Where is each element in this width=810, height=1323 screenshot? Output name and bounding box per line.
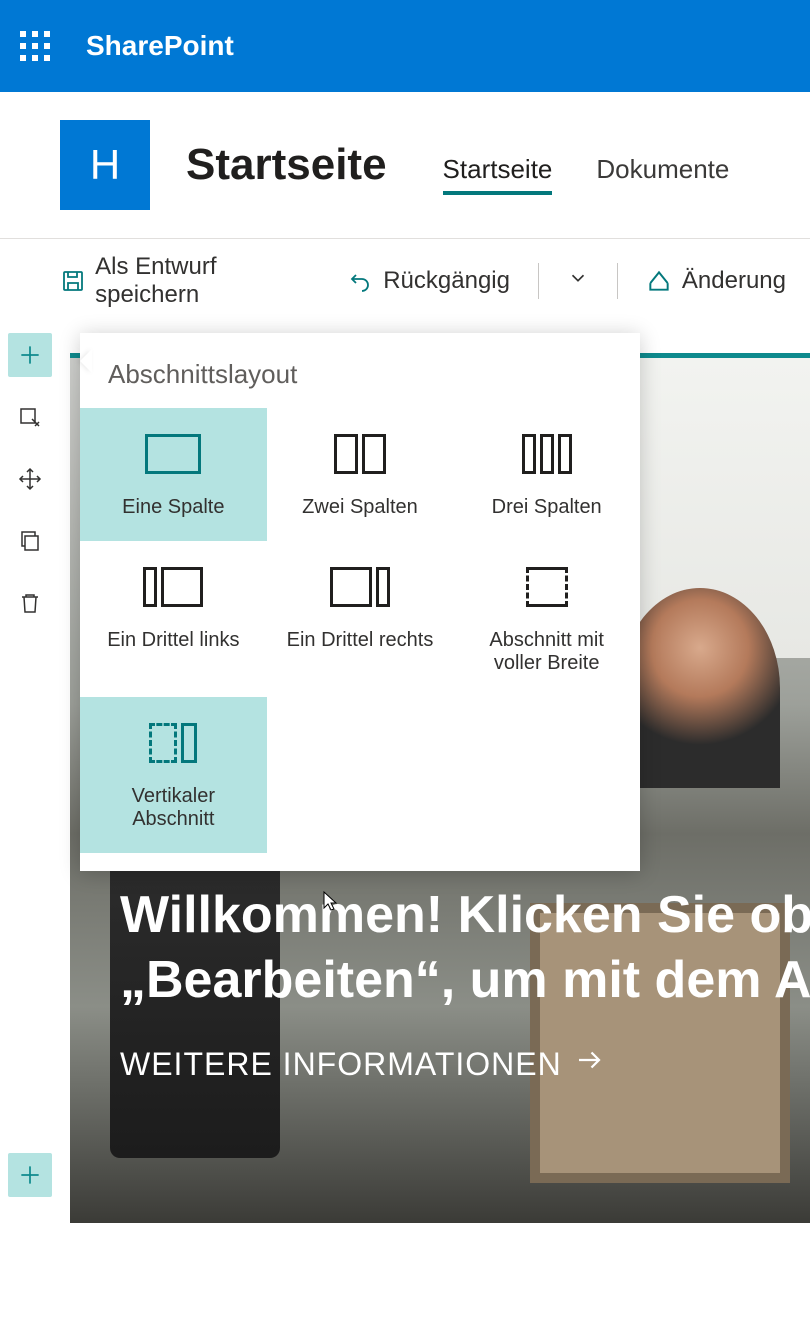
tab-startseite[interactable]: Startseite [443,154,553,195]
layout-vertical-section[interactable]: Vertikaler Abschnitt [80,697,267,853]
changes-button[interactable]: Änderung [646,267,786,295]
layout-label: Zwei Spalten [302,496,418,519]
chevron-down-icon[interactable] [567,267,589,296]
full-width-icon [526,565,568,609]
layout-label: Ein Drittel links [107,629,239,652]
three-columns-icon [522,432,572,476]
add-section-button-bottom[interactable] [8,1153,52,1197]
divider [538,263,539,299]
vertical-section-icon [149,721,197,765]
divider [617,263,618,299]
delete-section-icon[interactable] [8,581,52,625]
undo-icon [347,268,373,294]
page-canvas: Willkommen! Klicken Sie ob „Bearbeiten“,… [0,323,810,1323]
suite-bar: SharePoint [0,0,810,92]
command-bar: Als Entwurf speichern Rückgängig Änderun… [0,239,810,323]
duplicate-section-icon[interactable] [8,519,52,563]
hero-cta-label: WEITERE INFORMATIONEN [120,1046,562,1083]
edit-section-icon[interactable] [8,395,52,439]
layout-label: Drei Spalten [492,496,602,519]
layout-label: Abschnitt mit voller Breite [463,629,630,675]
one-third-left-icon [143,565,203,609]
hero-title: Willkommen! Klicken Sie ob „Bearbeiten“,… [120,883,810,1013]
layout-options-grid: Eine Spalte Zwei Spalten Drei Spalten Ei… [80,408,640,853]
edit-rail [0,323,60,635]
layout-full-width[interactable]: Abschnitt mit voller Breite [453,541,640,697]
discard-icon [646,268,672,294]
one-third-right-icon [330,565,390,609]
two-columns-icon [334,432,386,476]
layout-one-third-left[interactable]: Ein Drittel links [80,541,267,697]
brand-label[interactable]: SharePoint [86,30,234,62]
layout-label: Ein Drittel rechts [287,629,434,652]
tab-dokumente[interactable]: Dokumente [596,154,729,195]
hero-cta-link[interactable]: WEITERE INFORMATIONEN [120,1045,604,1083]
move-section-icon[interactable] [8,457,52,501]
undo-label: Rückgängig [383,267,510,295]
save-draft-label: Als Entwurf speichern [95,253,319,309]
layout-one-column[interactable]: Eine Spalte [80,408,267,541]
layout-label: Vertikaler Abschnitt [90,785,257,831]
hero-title-line2: „Bearbeiten“, um mit dem A [120,951,810,1009]
app-launcher-icon[interactable] [20,31,50,61]
save-icon [60,268,85,294]
site-title: Startseite [186,140,387,190]
site-logo[interactable]: H [60,120,150,210]
command-bar-wrap: Als Entwurf speichern Rückgängig Änderun… [0,238,810,323]
hero-title-line1: Willkommen! Klicken Sie ob [120,886,810,944]
popover-title: Abschnittslayout [80,353,640,408]
layout-one-third-right[interactable]: Ein Drittel rechts [267,541,454,697]
layout-three-columns[interactable]: Drei Spalten [453,408,640,541]
arrow-right-icon [574,1045,604,1083]
nav-tabs: Startseite Dokumente [443,136,730,195]
changes-label: Änderung [682,267,786,295]
photo-background [620,588,780,788]
save-draft-button[interactable]: Als Entwurf speichern [60,253,319,309]
layout-two-columns[interactable]: Zwei Spalten [267,408,454,541]
cursor-icon [318,889,342,919]
undo-button[interactable]: Rückgängig [347,267,510,295]
site-header: H Startseite Startseite Dokumente [0,92,810,238]
add-section-button[interactable] [8,333,52,377]
layout-label: Eine Spalte [122,496,224,519]
section-layout-popover: Abschnittslayout Eine Spalte Zwei Spalte… [80,333,640,871]
one-column-icon [145,432,201,476]
